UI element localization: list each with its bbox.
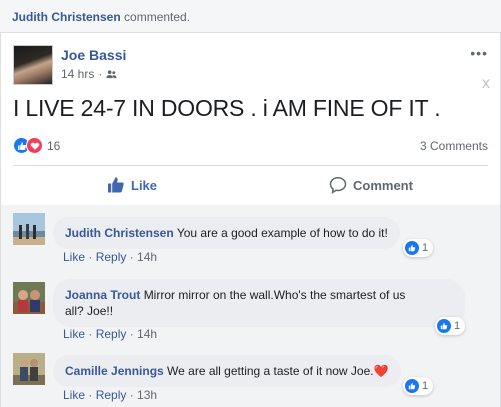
meta-separator: ·	[98, 67, 103, 81]
comment-reply-link[interactable]: Reply	[96, 388, 127, 402]
like-reaction-icon	[405, 379, 419, 393]
comment-button[interactable]: Comment	[329, 173, 413, 197]
divider	[13, 165, 488, 166]
comment-like-link[interactable]: Like	[63, 327, 85, 341]
commenter-avatar[interactable]	[13, 213, 45, 245]
comment-text: You are a good example of how to do it!	[176, 226, 388, 240]
comment-time[interactable]: 13h	[137, 388, 157, 402]
comment-icon	[329, 177, 347, 194]
comment-text: Mirror mirror on the wall.Who's the smar…	[143, 288, 406, 302]
author-avatar[interactable]	[13, 45, 53, 85]
post-card: Joe Bassi 14 hrs · ••• x I LIVE 24-7 IN …	[0, 33, 501, 205]
like-reaction-icon	[405, 241, 419, 255]
post-time-link[interactable]: 14 hrs	[61, 67, 94, 81]
comments-section: Judith Christensen You are a good exampl…	[0, 205, 501, 407]
comment-reaction-count: 1	[422, 242, 429, 254]
comment-bubble: Camille Jennings We are all getting a ta…	[53, 355, 401, 387]
comment-like-link[interactable]: Like	[63, 388, 85, 402]
like-reaction-icon	[437, 319, 451, 333]
post-text: I LIVE 24-7 IN DOORS . i AM FINE OF IT .	[13, 95, 441, 121]
comment-bubble: Joanna Trout Mirror mirror on the wall.W…	[53, 279, 465, 327]
notification-actor-link[interactable]: Judith Christensen	[12, 10, 121, 24]
comment-actions: Like · Reply · 14h	[63, 327, 158, 341]
heart-emoji-icon: ❤️	[373, 364, 389, 378]
like-button[interactable]: Like	[107, 173, 157, 197]
comment-text: We are all getting a taste of it now Joe…	[167, 364, 374, 378]
post-meta: 14 hrs ·	[61, 67, 117, 81]
comment-reaction-badge[interactable]: 1	[403, 377, 434, 395]
commenter-avatar[interactable]	[13, 353, 45, 385]
comment-reaction-count: 1	[422, 380, 429, 392]
like-button-label: Like	[131, 177, 158, 193]
comment-like-link[interactable]: Like	[63, 250, 85, 264]
comment-actions: Like · Reply · 13h	[63, 388, 158, 402]
comment-actions: Like · Reply · 14h	[63, 250, 158, 264]
comment-reply-link[interactable]: Reply	[96, 327, 127, 341]
comment-button-label: Comment	[353, 177, 413, 193]
reaction-summary[interactable]: 16	[13, 137, 60, 154]
commenter-name-link[interactable]: Judith Christensen	[65, 226, 174, 240]
comments-count-link[interactable]: 3 Comments	[420, 139, 488, 153]
commenter-avatar[interactable]	[13, 282, 45, 314]
notification-action-text: commented.	[120, 10, 191, 24]
comment-bubble: Judith Christensen You are a good exampl…	[53, 217, 400, 249]
comment-reaction-badge[interactable]: 1	[435, 317, 466, 335]
comment-text-continued: all? Joe!!	[65, 304, 114, 318]
thumbs-up-icon	[108, 177, 124, 193]
post-author-link[interactable]: Joe Bassi	[61, 47, 126, 63]
friends-icon[interactable]	[106, 69, 117, 80]
commenter-name-link[interactable]: Camille Jennings	[65, 364, 164, 378]
comment-reaction-badge[interactable]: 1	[403, 239, 434, 257]
comment-reply-link[interactable]: Reply	[96, 250, 127, 264]
comment-reaction-count: 1	[454, 320, 461, 332]
comment-time[interactable]: 14h	[137, 250, 157, 264]
reaction-count: 16	[47, 138, 61, 153]
commenter-name-link[interactable]: Joanna Trout	[65, 288, 140, 302]
comment-time[interactable]: 14h	[137, 327, 157, 341]
love-reaction-icon	[26, 137, 43, 154]
close-icon[interactable]: x	[482, 75, 490, 93]
notification-header: Judith Christensen commented.	[0, 0, 501, 33]
more-icon[interactable]: •••	[470, 45, 488, 61]
